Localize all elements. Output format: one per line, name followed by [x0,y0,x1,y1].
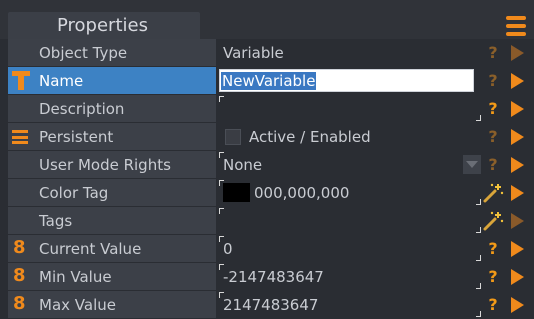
play-icon[interactable] [511,73,524,89]
property-row-min-value: 8 Min Value -2147483647 ? [8,263,528,291]
property-label-persistent: Persistent [8,123,216,150]
panel-header: Properties [0,0,534,39]
properties-panel: Properties Object Type Variable ? Name N… [0,0,534,319]
tags-field[interactable] [219,207,481,234]
user-mode-rights-select[interactable]: None [219,151,481,178]
play-icon[interactable] [511,157,524,173]
property-row-color-tag: Color Tag 000,000,000 [8,179,528,207]
property-label-current-value: 8 Current Value [8,235,216,262]
magic-wand-icon[interactable] [482,210,504,232]
property-row-current-value: 8 Current Value 0 ? [8,235,528,263]
persistent-checkbox-label: Active / Enabled [249,127,371,146]
play-icon[interactable] [511,297,524,313]
property-row-persistent: Persistent Active / Enabled ? [8,123,528,151]
question-icon[interactable]: ? [486,235,500,262]
magic-wand-icon[interactable] [482,182,504,204]
property-row-user-mode-rights: User Mode Rights None ? [8,151,528,179]
eight-icon: 8 [13,237,26,258]
color-tag-field[interactable]: 000,000,000 [219,179,481,206]
question-icon[interactable]: ? [486,67,500,94]
property-value-object-type: Variable [223,43,284,62]
play-icon[interactable] [511,129,524,145]
color-swatch[interactable] [223,183,250,202]
current-value-field[interactable]: 0 [219,235,481,262]
play-icon[interactable] [511,241,524,257]
hamburger-menu-icon[interactable] [506,16,526,36]
min-value-field[interactable]: -2147483647 [219,263,481,290]
play-icon[interactable] [511,101,524,117]
play-icon[interactable] [511,269,524,285]
properties-tab[interactable]: Properties [8,12,200,39]
property-label-max-value: 8 Max Value [8,291,216,318]
chevron-down-icon[interactable] [463,155,481,174]
question-icon[interactable]: ? [486,123,500,150]
color-tag-value: 000,000,000 [254,183,350,202]
property-row-description: Description ? [8,95,528,123]
property-label-name: Name [8,67,216,94]
eight-icon: 8 [13,265,26,286]
name-input[interactable]: NewVariable [219,69,474,92]
question-icon[interactable]: ? [486,95,500,122]
property-label-user-mode-rights: User Mode Rights [8,151,216,178]
property-label-tags: Tags [8,207,216,234]
property-grid: Object Type Variable ? Name NewVariable … [8,39,528,319]
max-value-field[interactable]: 2147483647 [219,291,481,318]
play-icon[interactable] [511,185,524,201]
property-row-object-type: Object Type Variable ? [8,39,528,67]
property-row-max-value: 8 Max Value 2147483647 ? [8,291,528,319]
tab-title: Properties [57,15,148,36]
property-row-name[interactable]: Name NewVariable ? [8,67,528,95]
eight-icon: 8 [13,293,26,314]
question-icon[interactable]: ? [486,291,500,318]
property-row-tags: Tags [8,207,528,235]
property-label-min-value: 8 Min Value [8,263,216,290]
property-label-description: Description [8,95,216,122]
property-label-color-tag: Color Tag [8,179,216,206]
text-t-icon [12,71,30,90]
persistent-checkbox[interactable] [225,128,241,145]
question-icon[interactable]: ? [486,263,500,290]
play-icon[interactable] [511,213,524,229]
description-field[interactable] [219,95,481,122]
play-icon[interactable] [511,45,524,61]
question-icon[interactable]: ? [486,151,500,178]
list-lines-icon [12,130,28,144]
question-icon[interactable]: ? [486,39,500,66]
persistent-field: Active / Enabled [219,123,481,150]
property-label-object-type: Object Type [8,39,216,66]
